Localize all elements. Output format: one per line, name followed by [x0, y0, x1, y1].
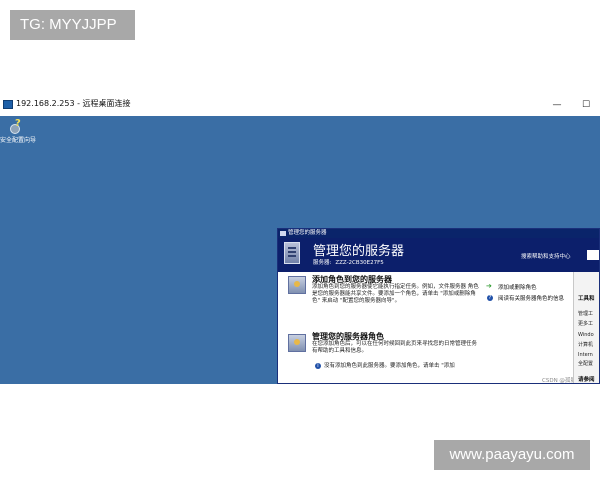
desktop-icon-label: 安全配置向导 — [0, 137, 37, 144]
remote-desktop: ? 安全配置向导 管理您的服务器 管理您的服务器 服务器: ZZZ-2CB30E2… — [0, 116, 600, 384]
tools-item[interactable]: Intern — [578, 352, 593, 358]
manage-roles-icon — [288, 334, 306, 352]
add-role-icon — [288, 276, 306, 294]
maximize-button[interactable]: ☐ — [576, 97, 596, 113]
tools-item[interactable]: 管理工 — [578, 310, 593, 317]
server-name-line: 服务器: ZZZ-2CB30E27F5 — [313, 258, 388, 266]
search-input[interactable] — [587, 250, 599, 260]
top-watermark: TG: MYYJJPP — [10, 10, 135, 40]
read-about-roles-link[interactable]: 阅读有关服务器角色的信息 — [498, 294, 564, 302]
help-icon: ? — [487, 295, 493, 301]
rdp-titlebar: 192.168.2.253 - 远程桌面连接 — ☐ — [0, 95, 600, 117]
add-remove-roles-link[interactable]: 添加或删除角色 — [498, 283, 537, 291]
tools-panel: 工具和 管理工 更多工 Windo 计算机 Intern 全配置 请参阅 — [573, 272, 599, 383]
minimize-button[interactable]: — — [547, 97, 567, 113]
section-desc-add-role: 添加角色到您的服务器使它能执行指定任务。例如，文件服务器 角色是您的服务器能共享… — [312, 284, 479, 304]
search-help-label: 搜索帮助和支持中心 — [521, 254, 571, 260]
tools-item[interactable]: 全配置 — [578, 360, 593, 367]
tools-item[interactable]: 计算机 — [578, 341, 593, 348]
see-also-title: 请参阅 — [578, 377, 595, 383]
manage-server-window: 管理您的服务器 管理您的服务器 服务器: ZZZ-2CB30E27F5 搜索帮助和… — [277, 228, 600, 384]
manage-server-body: 添加角色到您的服务器 添加角色到您的服务器使它能执行指定任务。例如，文件服务器 … — [278, 272, 599, 383]
no-roles-note: 没有添加角色到此服务器。要添加角色，请单击 "添加 — [324, 363, 455, 369]
manage-server-header: 管理您的服务器 服务器: ZZZ-2CB30E27F5 搜索帮助和支持中心 — [278, 238, 599, 272]
window-icon — [280, 231, 286, 236]
rdp-window-title: 192.168.2.253 - 远程桌面连接 — [16, 99, 131, 108]
info-icon: i — [315, 363, 321, 369]
rdp-app-icon — [3, 100, 13, 109]
manage-server-titlebar: 管理您的服务器 — [278, 229, 599, 238]
bottom-watermark: www.paayayu.com — [434, 440, 590, 470]
tools-panel-title: 工具和 — [578, 296, 595, 302]
server-icon — [284, 242, 300, 264]
tools-item[interactable]: 更多工 — [578, 320, 593, 327]
page-title: 管理您的服务器 — [313, 244, 405, 259]
tools-item[interactable]: Windo — [578, 332, 594, 338]
gear-question-icon: ? — [10, 118, 24, 134]
server-label: 服务器: — [313, 260, 332, 266]
green-arrow-icon: ➔ — [486, 282, 492, 290]
manage-server-window-title: 管理您的服务器 — [288, 230, 327, 236]
desktop-icon-security-wizard[interactable]: ? 安全配置向导 — [0, 118, 46, 144]
section-desc-manage-roles: 在您添加角色后，可以在任何时候回到此页来寻找您的日常管理任务有帮助的工具和信息。 — [312, 341, 478, 354]
server-name: ZZZ-2CB30E27F5 — [335, 260, 384, 266]
